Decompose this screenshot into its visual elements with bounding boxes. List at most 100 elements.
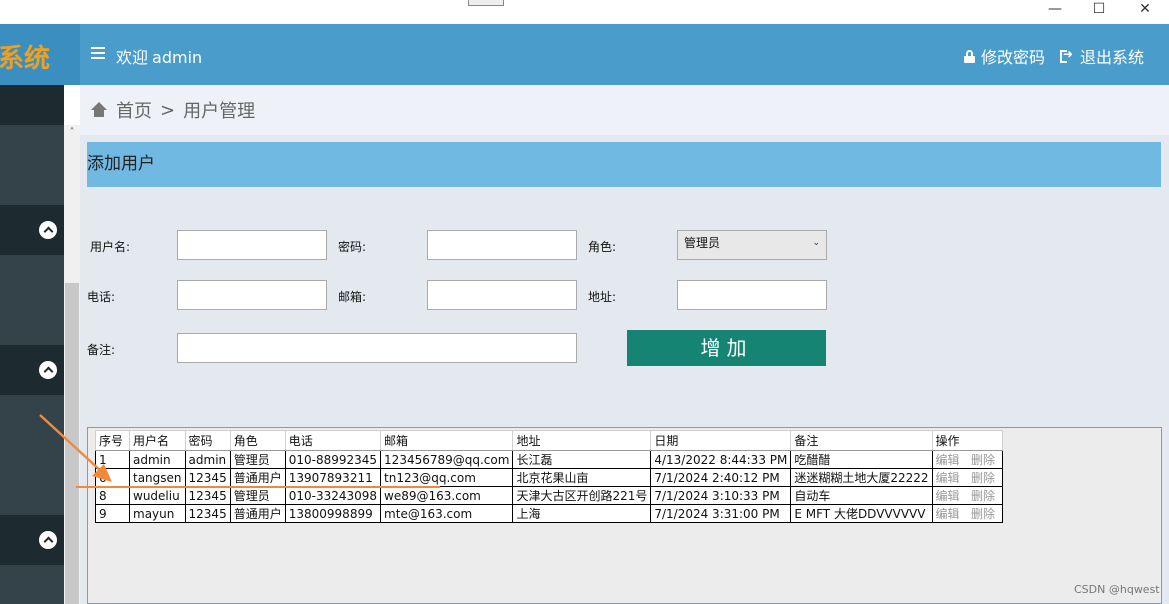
cell-phone: 13907893211 [284,468,382,487]
email-field[interactable] [427,280,577,310]
add-user-button[interactable]: 增加 [627,330,826,366]
cell-password: 12345 [184,468,231,487]
cell-remark: 迷迷糊糊土地大厦22222 [790,468,933,487]
change-password-link[interactable]: 修改密码 [964,44,1045,68]
watermark: CSDN @hqwest [1074,583,1160,596]
delete-link[interactable]: 删除 [971,453,995,467]
sidebar-group-header[interactable] [0,515,64,565]
column-header[interactable]: 电话 [284,430,382,451]
cell-phone: 010-88992345 [284,450,382,469]
cell-role: 普通用户 [229,504,286,523]
address-label: 地址: [588,290,617,304]
table-row[interactable]: 6 tangsen 12345 普通用户 13907893211 tn123@q… [95,468,1003,487]
delete-link[interactable]: 删除 [971,489,995,503]
cell-id: 6 [95,468,130,487]
username-label: 用户名: [90,240,131,254]
maximize-icon[interactable]: ☐ [1076,0,1122,24]
home-icon[interactable] [90,102,108,118]
breadcrumb: 首页 > 用户管理 [80,85,1169,135]
email-label: 邮箱: [338,290,367,304]
phone-field[interactable] [177,280,327,310]
remark-label: 备注: [87,343,116,357]
collapse-icon[interactable] [39,221,57,239]
cell-username: tangsen [129,468,186,487]
sidebar-item[interactable] [0,255,64,345]
minimize-icon[interactable]: — [1032,0,1078,24]
cell-actions: 编辑 删除 [931,468,1003,487]
sidebar-scrollbar[interactable]: ˄ [64,125,80,604]
edit-link[interactable]: 编辑 [936,453,960,467]
cell-role: 管理员 [229,486,286,505]
column-header[interactable]: 日期 [650,430,792,451]
phone-label: 电话: [87,290,116,304]
column-header[interactable]: 角色 [229,430,286,451]
cell-id: 9 [95,504,130,523]
edit-link[interactable]: 编辑 [936,489,960,503]
address-field[interactable] [677,280,827,310]
cell-phone: 13800998899 [284,504,382,523]
username-field[interactable] [177,230,327,260]
password-label: 密码: [338,240,367,254]
cell-address: 北京花果山亩 [512,468,652,487]
table-row[interactable]: 9 mayun 12345 普通用户 13800998899 mte@163.c… [95,504,1003,523]
cell-id: 8 [95,486,130,505]
scroll-thumb[interactable] [65,283,79,604]
table-row[interactable]: 8 wudeliu 12345 管理员 010-33243098 we89@16… [95,486,1003,505]
cell-username: admin [129,450,186,469]
close-icon[interactable]: ✕ [1122,0,1168,24]
cell-date: 7/1/2024 2:40:12 PM [650,468,792,487]
cell-date: 4/13/2022 8:44:33 PM [650,450,792,469]
cell-remark: 自动车 [790,486,933,505]
brand-logo: 系统 [0,24,80,85]
menu-icon[interactable] [91,47,105,59]
scroll-up-icon[interactable]: ˄ [66,127,78,139]
cell-email: we89@163.com [380,486,514,505]
cell-address: 天津大古区开创路221号 [512,486,652,505]
edit-link[interactable]: 编辑 [936,471,960,485]
cell-password: 12345 [184,504,231,523]
role-selected-value: 管理员 [684,236,721,250]
sidebar-group-header[interactable] [0,205,64,255]
table-header-row: 序号 用户名 密码 角色 电话 邮箱 地址 日期 备注 操作 [95,430,1003,451]
cell-remark: 吃醋醋 [790,450,933,469]
breadcrumb-home[interactable]: 首页 [116,97,152,123]
remark-field[interactable] [177,333,577,363]
top-navbar: 欢迎admin 修改密码 退出系统 [80,24,1169,85]
table-row[interactable]: 1 admin admin 管理员 010-88992345 123456789… [95,450,1003,469]
role-label: 角色: [588,240,617,254]
cell-password: 12345 [184,486,231,505]
sidebar [0,85,64,604]
column-header[interactable]: 密码 [184,430,231,451]
delete-link[interactable]: 删除 [971,507,995,521]
sidebar-item[interactable] [0,565,64,604]
users-datagrid[interactable]: 序号 用户名 密码 角色 电话 邮箱 地址 日期 备注 操作 1 admin a… [87,427,1162,604]
edit-link[interactable]: 编辑 [936,507,960,521]
cell-remark: E MFT 大佬DDVVVVVV [790,504,933,523]
cell-username: wudeliu [129,486,186,505]
column-header[interactable]: 邮箱 [380,430,514,451]
collapse-icon[interactable] [39,361,57,379]
window-titlebar: — ☐ ✕ [0,0,1169,24]
sidebar-group-header[interactable] [0,345,64,395]
password-field[interactable] [427,230,577,260]
sidebar-item[interactable] [0,395,64,515]
logout-link[interactable]: 退出系统 [1060,44,1144,68]
collapse-icon[interactable] [39,531,57,549]
users-table: 序号 用户名 密码 角色 电话 邮箱 地址 日期 备注 操作 1 admin a… [95,430,1003,523]
cell-date: 7/1/2024 3:10:33 PM [650,486,792,505]
main-content: 添加用户 用户名: 密码: 角色: 管理员 ⌄ 电话: 邮箱: 地址: 备注: … [80,135,1169,604]
column-header[interactable]: 地址 [512,430,652,451]
cell-address: 长江磊 [512,450,652,469]
sidebar-item[interactable] [0,125,64,205]
cell-phone: 010-33243098 [284,486,382,505]
column-header[interactable]: 备注 [790,430,933,451]
cell-actions: 编辑 删除 [931,504,1003,523]
column-header[interactable]: 用户名 [129,430,186,451]
delete-link[interactable]: 删除 [971,471,995,485]
column-header[interactable]: 序号 [95,430,130,451]
add-user-header: 添加用户 [87,142,1161,187]
role-select[interactable]: 管理员 ⌄ [677,230,827,260]
welcome-prefix: 欢迎 [116,48,149,67]
brand-text: 系统 [0,44,51,74]
column-header[interactable]: 操作 [931,430,1003,451]
